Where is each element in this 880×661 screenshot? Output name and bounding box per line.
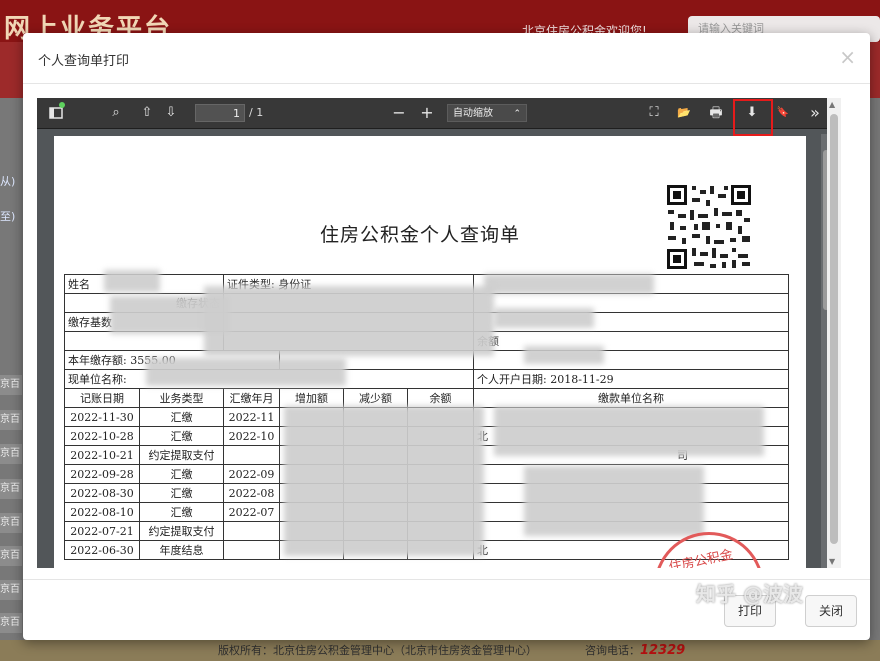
- table-header-row: 记账日期 业务类型 汇缴年月 增加额 减少额 余额 缴款单位名称: [64, 388, 790, 408]
- privacy-blur: [524, 346, 604, 364]
- side-row: 京百: [0, 444, 22, 464]
- column-header: 汇缴年月: [223, 388, 280, 408]
- balance-label-cell: 余额: [473, 331, 790, 351]
- status-dot: [59, 102, 65, 108]
- bookmark-icon[interactable]: 🔖: [775, 98, 791, 128]
- dialog-header-divider: [23, 83, 870, 84]
- column-header: 增加额: [279, 388, 344, 408]
- side-text-from: 从): [0, 175, 16, 188]
- scroll-down-icon[interactable]: ▼: [829, 557, 835, 566]
- pdf-viewer: ⌕ ⇧ ⇩ 1 / 1 − + 自动缩放 ⌃ ⛶ 📂 🖶 ⬇ 🔖 » 住房公积金…: [37, 98, 827, 568]
- footer-hotline: 咨询电话：12329: [585, 640, 685, 661]
- page-count: / 1: [249, 106, 264, 119]
- hotline-label: 咨询电话：: [585, 644, 640, 657]
- side-row: 京百: [0, 513, 22, 533]
- side-row: 京百: [0, 546, 22, 566]
- side-row: 京百: [0, 580, 22, 600]
- privacy-blur: [146, 358, 346, 386]
- zoom-value: 自动缩放: [453, 108, 493, 119]
- privacy-blur: [524, 466, 704, 536]
- privacy-blur: [104, 270, 160, 292]
- print-dialog: 个人查询单打印 × ⌕ ⇧ ⇩ 1 / 1 − + 自动缩放 ⌃ ⛶ 📂 🖶 ⬇…: [23, 33, 870, 640]
- open-file-icon[interactable]: 📂: [673, 98, 695, 128]
- column-header: 缴款单位名称: [473, 388, 790, 408]
- privacy-blur: [204, 286, 494, 356]
- pdf-toolbar: ⌕ ⇧ ⇩ 1 / 1 − + 自动缩放 ⌃ ⛶ 📂 🖶 ⬇ 🔖 »: [37, 98, 827, 129]
- column-header: 减少额: [343, 388, 408, 408]
- chevron-down-icon: ⌃: [513, 109, 521, 119]
- hotline-number: 12329: [640, 643, 686, 658]
- next-page-icon[interactable]: ⇩: [161, 98, 181, 128]
- dialog-scrollbar-thumb[interactable]: [830, 114, 838, 544]
- dialog-title: 个人查询单打印: [38, 54, 130, 69]
- zoom-select[interactable]: 自动缩放 ⌃: [447, 104, 527, 122]
- background-footer: 版权所有：北京住房公积金管理中心（北京市住房资金管理中心） 咨询电话：12329: [0, 640, 880, 661]
- zhihu-watermark: 知乎 @波波: [696, 582, 803, 606]
- column-header: 业务类型: [139, 388, 224, 408]
- privacy-blur: [494, 308, 594, 328]
- download-highlight-box: [733, 99, 773, 136]
- privacy-blur: [284, 406, 484, 556]
- open-date-cell: 个人开户日期: 2018-11-29: [473, 369, 790, 389]
- print-icon[interactable]: 🖶: [705, 98, 727, 128]
- column-header: 记账日期: [64, 388, 140, 408]
- previous-page-icon[interactable]: ⇧: [137, 98, 157, 128]
- privacy-blur: [484, 274, 654, 294]
- pdf-page: 住房公积金个人查询单 姓名 证件类型: 身份证 缴存基数 本年缴存额: 3555…: [54, 136, 806, 568]
- qr-code-icon: [666, 184, 752, 270]
- scroll-up-icon[interactable]: ▲: [829, 100, 835, 109]
- side-row: 京百: [0, 375, 22, 395]
- footer-copyright: 版权所有：北京住房公积金管理中心（北京市住房资金管理中心）: [218, 644, 537, 657]
- side-row: 京百: [0, 613, 22, 633]
- close-button[interactable]: 关闭: [805, 595, 857, 627]
- side-row: 京百: [0, 410, 22, 430]
- document-title: 住房公积金个人查询单: [320, 224, 521, 246]
- side-text-to: 至): [0, 210, 16, 223]
- page-number-input[interactable]: 1: [195, 104, 245, 122]
- search-icon[interactable]: ⌕: [105, 98, 127, 128]
- close-icon[interactable]: ×: [839, 45, 856, 69]
- column-header: 余额: [406, 388, 475, 408]
- fullscreen-icon[interactable]: ⛶: [643, 98, 665, 128]
- privacy-blur: [494, 406, 764, 456]
- side-row: 京百: [0, 479, 22, 499]
- zoom-in-button[interactable]: +: [417, 98, 437, 128]
- zoom-out-button[interactable]: −: [389, 98, 409, 128]
- more-tools-icon[interactable]: »: [807, 98, 823, 128]
- dialog-scrollbar[interactable]: ▲ ▼: [827, 98, 841, 568]
